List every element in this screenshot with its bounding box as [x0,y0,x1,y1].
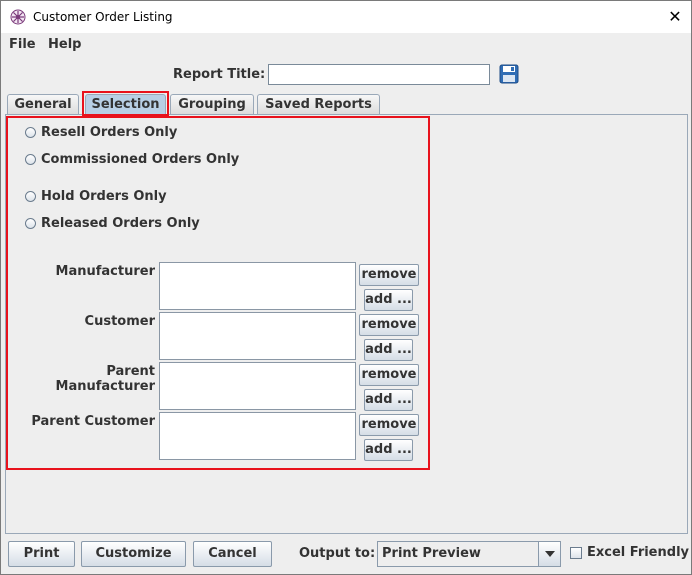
selection-tab-highlight [82,91,169,116]
menu-help[interactable]: Help [48,37,81,52]
excel-friendly-checkbox[interactable] [570,547,582,559]
tab-general[interactable]: General [7,94,79,114]
cancel-button[interactable]: Cancel [193,541,272,567]
tab-saved-reports[interactable]: Saved Reports [257,94,380,114]
tab-grouping[interactable]: Grouping [170,94,254,114]
title-bar: Customer Order Listing ✕ [1,1,691,33]
customize-button[interactable]: Customize [81,541,186,567]
report-title-input[interactable] [268,64,490,85]
customer-order-listing-window: Customer Order Listing ✕ File Help Repor… [0,0,692,575]
chevron-down-icon[interactable] [538,542,560,566]
output-to-value: Print Preview [382,546,481,561]
output-to-dropdown[interactable]: Print Preview [377,541,561,567]
app-flower-icon [10,9,26,25]
window-title: Customer Order Listing [33,10,173,24]
selection-panel-highlight [6,116,430,470]
excel-friendly-label[interactable]: Excel Friendly [587,545,689,560]
close-window-button[interactable]: ✕ [659,1,691,33]
menu-bar: File Help [1,33,691,57]
print-button[interactable]: Print [8,541,75,567]
floppy-disk-icon[interactable] [499,64,519,84]
output-to-label: Output to: [299,546,376,561]
menu-file[interactable]: File [9,37,36,52]
report-title-label: Report Title: [173,67,266,82]
